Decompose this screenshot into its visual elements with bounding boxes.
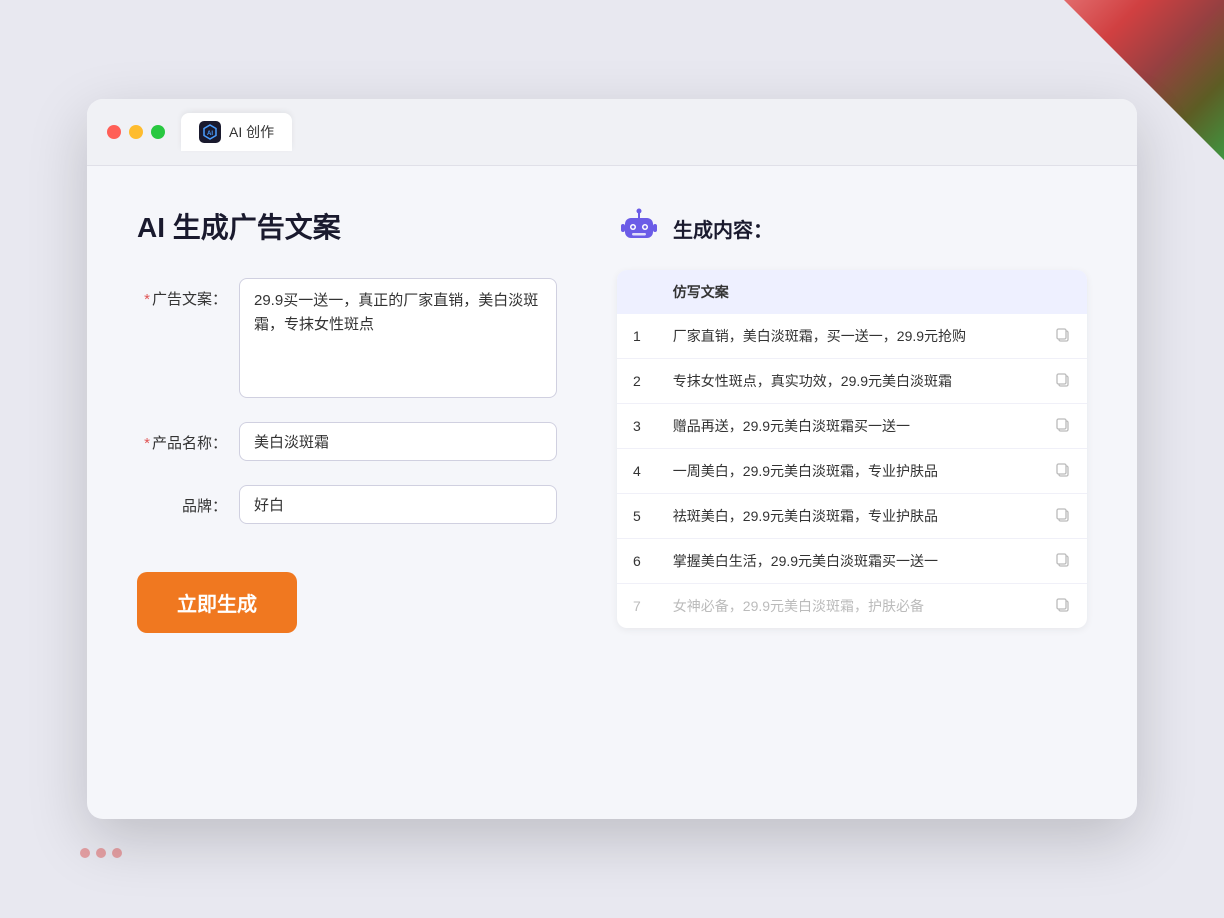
window-controls — [107, 125, 165, 139]
ad-copy-input[interactable]: 29.9买一送一，真正的厂家直销，美白淡斑霜，专抹女性斑点 — [239, 278, 557, 398]
col-copy-header — [1039, 270, 1087, 314]
table-row: 2 专抹女性斑点，真实功效，29.9元美白淡斑霜 — [617, 359, 1087, 404]
left-panel: AI 生成广告文案 *广告文案： 29.9买一送一，真正的厂家直销，美白淡斑霜，… — [137, 206, 557, 633]
ai-tab[interactable]: AI AI 创作 — [181, 113, 292, 151]
tab-label: AI 创作 — [229, 122, 274, 142]
brand-group: 品牌： 好白 — [137, 485, 557, 524]
result-title: 生成内容： — [673, 214, 773, 243]
ad-copy-label: *广告文案： — [137, 278, 227, 309]
row-text: 赠品再送，29.9元美白淡斑霜买一送一 — [657, 404, 1039, 449]
row-text: 一周美白，29.9元美白淡斑霜，专业护肤品 — [657, 449, 1039, 494]
row-text: 女神必备，29.9元美白淡斑霜，护肤必备 — [657, 584, 1039, 629]
col-num-header — [617, 270, 657, 314]
result-header: 生成内容： — [617, 206, 1087, 250]
table-row: 4 一周美白，29.9元美白淡斑霜，专业护肤品 — [617, 449, 1087, 494]
row-number: 4 — [617, 449, 657, 494]
table-row: 6 掌握美白生活，29.9元美白淡斑霜买一送一 — [617, 539, 1087, 584]
page-title: AI 生成广告文案 — [137, 206, 557, 246]
copy-button[interactable] — [1039, 359, 1087, 404]
required-star-1: * — [144, 291, 150, 308]
col-text-header: 仿写文案 — [657, 270, 1039, 314]
row-number: 2 — [617, 359, 657, 404]
table-row: 3 赠品再送，29.9元美白淡斑霜买一送一 — [617, 404, 1087, 449]
product-name-input[interactable]: 美白淡斑霜 — [239, 422, 557, 461]
copy-button[interactable] — [1039, 494, 1087, 539]
minimize-button[interactable] — [129, 125, 143, 139]
table-row: 5 祛斑美白，29.9元美白淡斑霜，专业护肤品 — [617, 494, 1087, 539]
maximize-button[interactable] — [151, 125, 165, 139]
bg-decoration-bottom-left — [80, 848, 122, 858]
row-text: 祛斑美白，29.9元美白淡斑霜，专业护肤品 — [657, 494, 1039, 539]
generate-button[interactable]: 立即生成 — [137, 572, 297, 633]
ad-copy-group: *广告文案： 29.9买一送一，真正的厂家直销，美白淡斑霜，专抹女性斑点 — [137, 278, 557, 398]
svg-text:AI: AI — [207, 131, 213, 137]
copy-button[interactable] — [1039, 314, 1087, 359]
row-text: 专抹女性斑点，真实功效，29.9元美白淡斑霜 — [657, 359, 1039, 404]
row-number: 1 — [617, 314, 657, 359]
titlebar: AI AI 创作 — [87, 99, 1137, 166]
close-button[interactable] — [107, 125, 121, 139]
row-number: 5 — [617, 494, 657, 539]
row-text: 掌握美白生活，29.9元美白淡斑霜买一送一 — [657, 539, 1039, 584]
table-row: 7 女神必备，29.9元美白淡斑霜，护肤必备 — [617, 584, 1087, 629]
required-star-2: * — [144, 435, 150, 452]
product-name-label: *产品名称： — [137, 422, 227, 453]
result-table: 仿写文案 1 厂家直销，美白淡斑霜，买一送一，29.9元抢购 2 专抹女性斑点，… — [617, 270, 1087, 628]
row-text: 厂家直销，美白淡斑霜，买一送一，29.9元抢购 — [657, 314, 1039, 359]
main-content: AI 生成广告文案 *广告文案： 29.9买一送一，真正的厂家直销，美白淡斑霜，… — [87, 166, 1137, 673]
brand-input[interactable]: 好白 — [239, 485, 557, 524]
copy-button[interactable] — [1039, 584, 1087, 629]
copy-button[interactable] — [1039, 539, 1087, 584]
brand-label: 品牌： — [137, 485, 227, 516]
row-number: 7 — [617, 584, 657, 629]
copy-button[interactable] — [1039, 404, 1087, 449]
browser-window: AI AI 创作 AI 生成广告文案 *广告文案： 29.9买一送一，真正的厂家… — [87, 99, 1137, 819]
row-number: 6 — [617, 539, 657, 584]
copy-button[interactable] — [1039, 449, 1087, 494]
product-name-group: *产品名称： 美白淡斑霜 — [137, 422, 557, 461]
row-number: 3 — [617, 404, 657, 449]
ai-tab-icon: AI — [199, 121, 221, 143]
table-row: 1 厂家直销，美白淡斑霜，买一送一，29.9元抢购 — [617, 314, 1087, 359]
robot-icon — [617, 206, 661, 250]
right-panel: 生成内容： 仿写文案 1 厂家直销，美白淡斑霜，买一送一，29.9元抢购 — [617, 206, 1087, 633]
